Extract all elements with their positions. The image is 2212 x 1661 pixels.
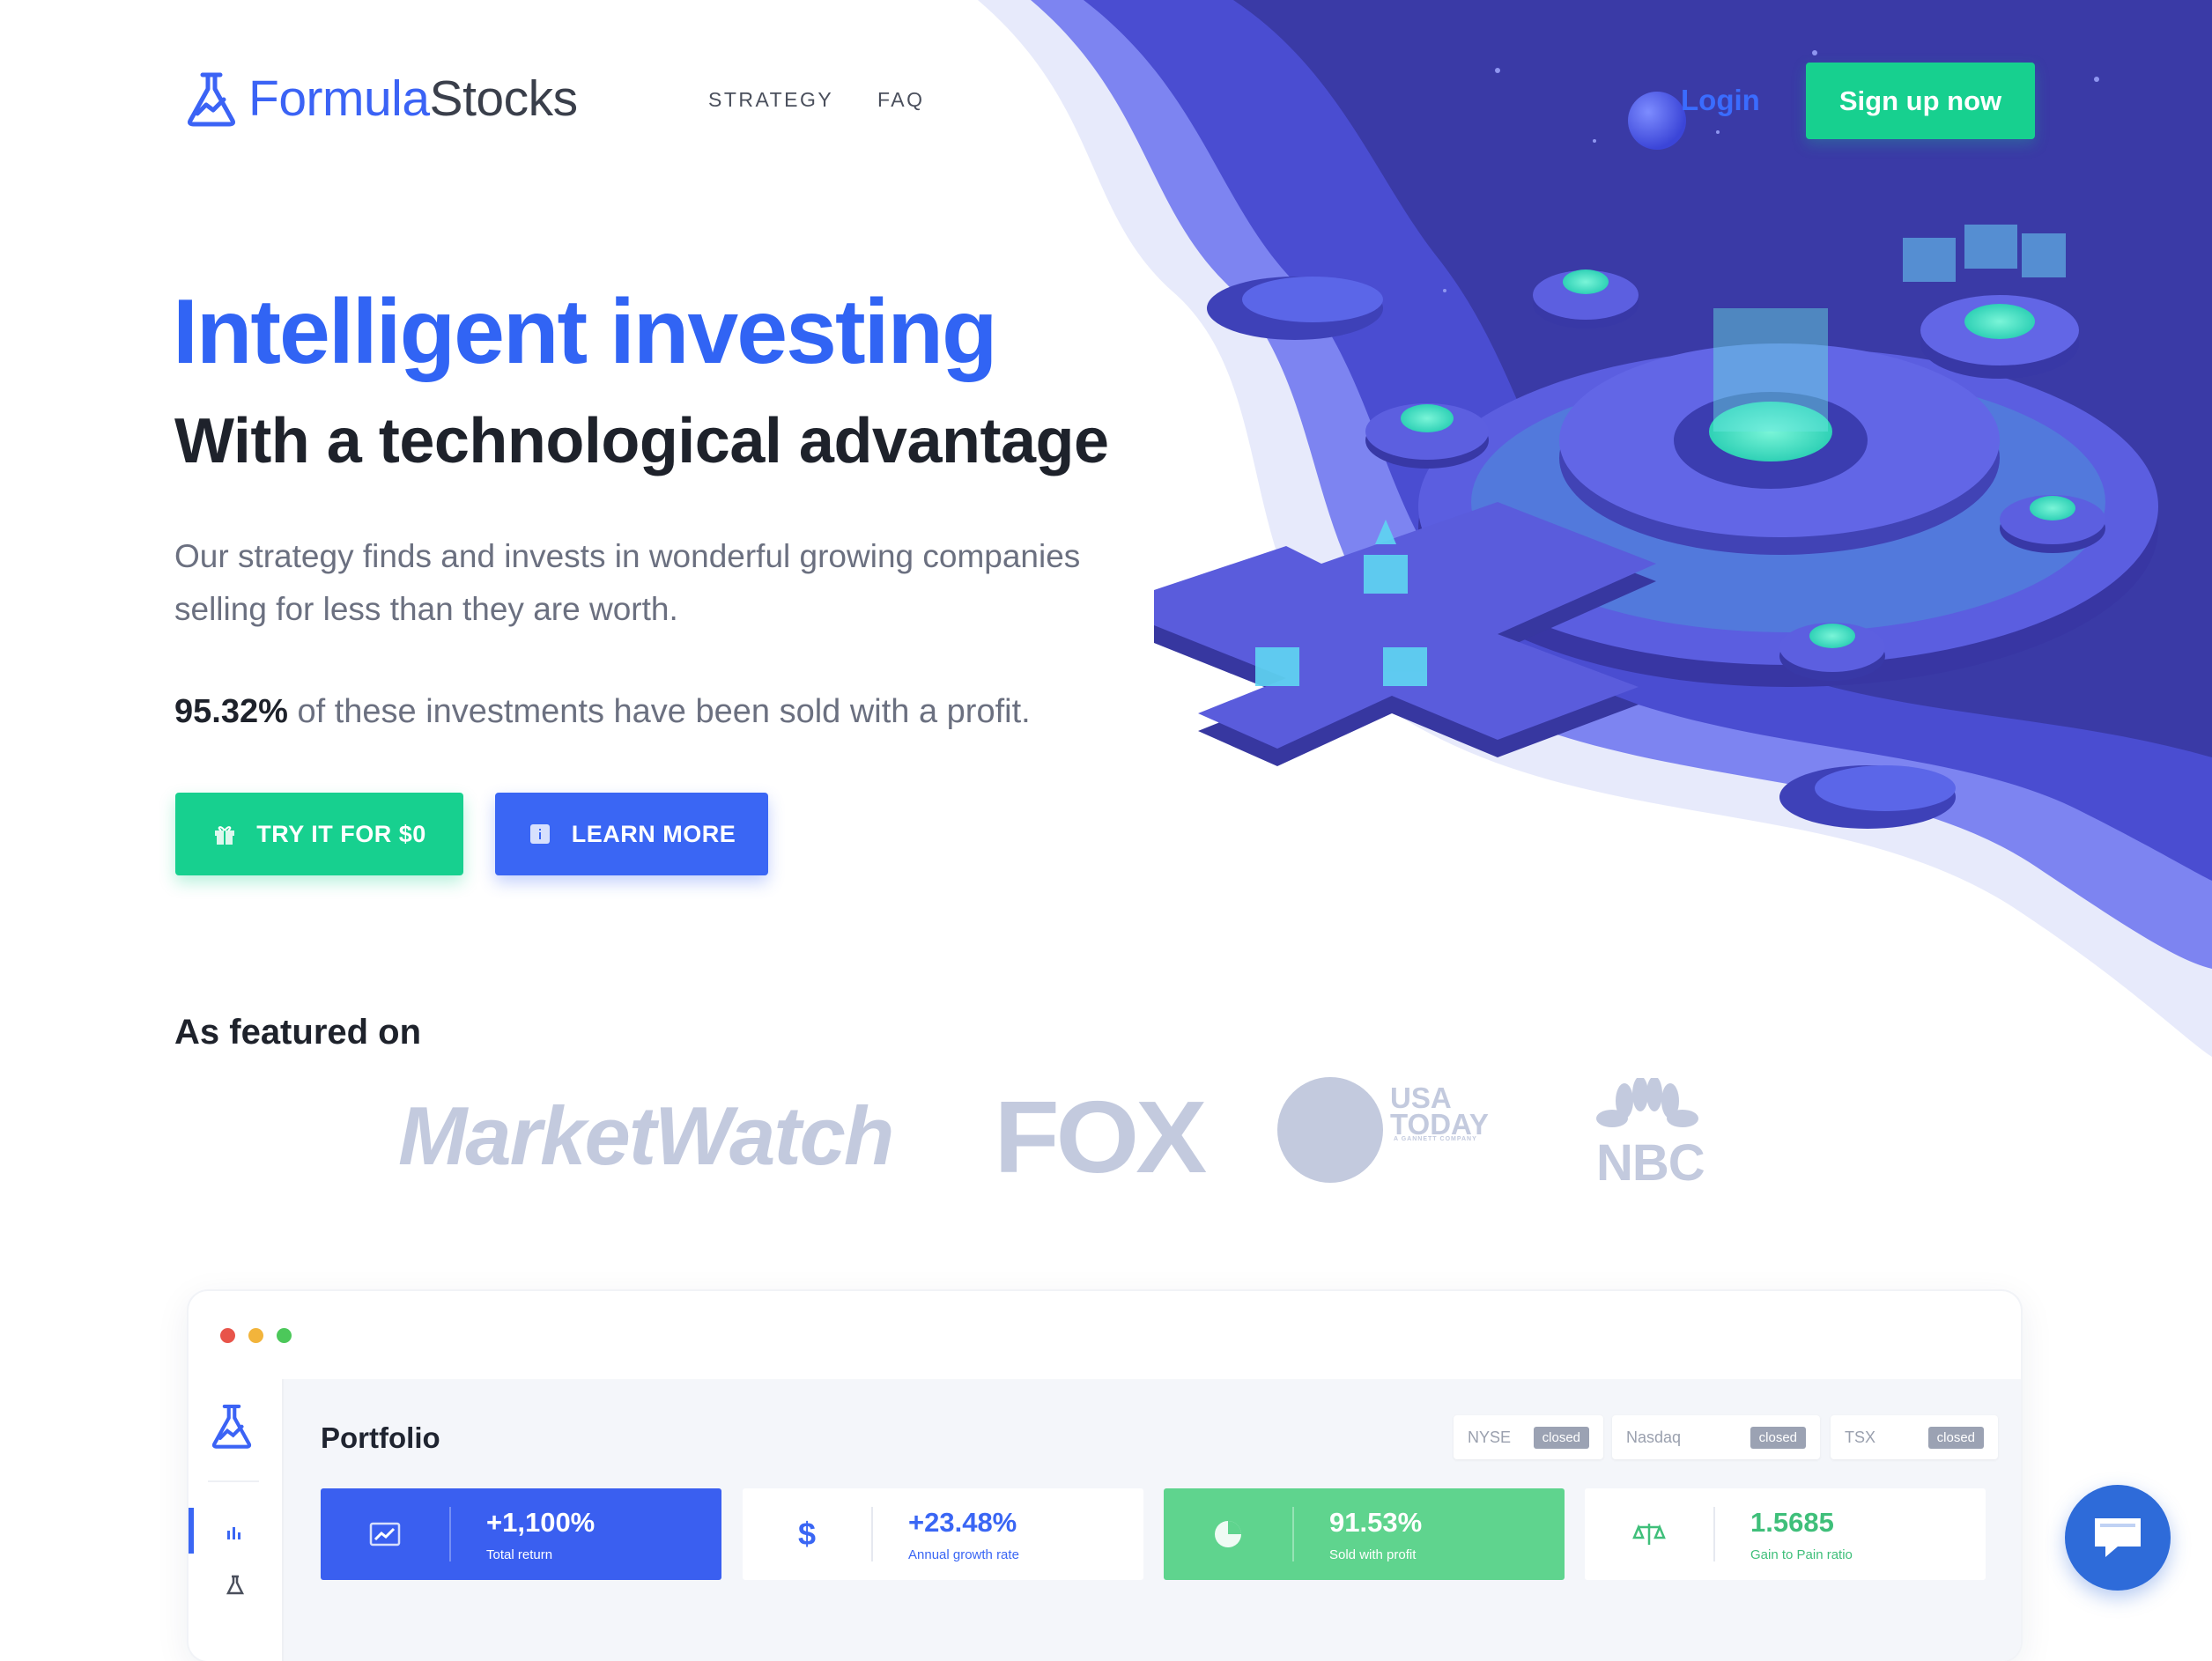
nbc-peacock-icon [1596,1078,1698,1127]
window-close-dot [220,1328,235,1343]
flask-logo-icon [211,1404,252,1449]
try-free-label: TRY IT FOR $0 [256,820,426,847]
usa-today-subtitle: A GANNETT COMPANY [1394,1136,1477,1142]
sidebar-active-indicator [189,1508,194,1554]
logo[interactable]: FormulaStocks [187,63,578,134]
sidebar-divider [208,1480,259,1482]
exchange-nasdaq: Nasdaq closed [1612,1415,1820,1459]
flask-chart-icon [188,72,235,127]
chart-up-icon [321,1522,449,1547]
kpi-text: +1,100% Total return [451,1507,595,1562]
kpi-value: +1,100% [486,1506,596,1538]
exchange-status: closed [1533,1426,1589,1449]
kpi-value: 1.5685 [1750,1506,1834,1538]
kpi-annual-growth: $ +23.48% Annual growth rate [743,1488,1143,1580]
exchange-tsx: TSX closed [1831,1415,1998,1459]
chat-button[interactable] [2065,1485,2171,1591]
stat-value: 95.32% [174,693,288,730]
window-minimize-dot [248,1328,263,1343]
brand-part1: Formula [248,70,430,127]
nav-faq[interactable]: FAQ [877,88,925,112]
try-free-button[interactable]: TRY IT FOR $0 [175,793,463,875]
usa-today-disc [1277,1077,1383,1183]
pie-icon [1164,1519,1292,1549]
hero-title: Intelligent investing [173,281,998,383]
kpi-value: 91.53% [1329,1506,1423,1538]
kpi-gain-pain: 1.5685 Gain to Pain ratio [1585,1488,1986,1580]
kpi-text: +23.48% Annual growth rate [873,1507,1019,1562]
kpi-text: 1.5685 Gain to Pain ratio [1715,1507,1853,1562]
exchange-name: Nasdaq [1626,1428,1682,1446]
learn-more-label: LEARN MORE [571,820,736,847]
chat-icon [2095,1518,2141,1557]
featured-title: As featured on [174,1013,422,1052]
portfolio-title: Portfolio [321,1421,440,1454]
kpi-value: +23.48% [908,1506,1017,1538]
nav-strategy[interactable]: STRATEGY [708,88,833,112]
kpi-total-return: +1,100% Total return [321,1488,721,1580]
kpi-text: 91.53% Sold with profit [1294,1507,1422,1562]
login-link[interactable]: Login [1681,84,1760,117]
usa-today-logo: USA TODAY [1390,1083,1489,1141]
login-orb-decoration [1628,92,1686,150]
kpi-sold-profit: 91.53% Sold with profit [1164,1488,1565,1580]
brand-part2: Stocks [429,70,579,127]
learn-more-button[interactable]: LEARN MORE [495,793,768,875]
window-maximize-dot [277,1328,292,1343]
info-icon [528,823,552,845]
exchange-name: NYSE [1468,1428,1512,1446]
exchange-name: TSX [1845,1428,1876,1446]
flask-icon[interactable] [226,1575,245,1596]
nbc-logo: NBC [1596,1134,1705,1192]
exchange-status: closed [1750,1426,1806,1449]
exchange-nyse: NYSE closed [1454,1415,1603,1459]
stat-text: of these investments have been sold with… [287,693,1031,730]
hero-stat: 95.32% of these investments have been so… [174,693,1031,731]
dashboard-sidebar [189,1379,284,1661]
bar-chart-icon[interactable] [226,1524,245,1539]
kpi-label: Annual growth rate [908,1547,1019,1562]
kpi-label: Total return [486,1547,553,1562]
kpi-label: Gain to Pain ratio [1750,1547,1853,1562]
gift-icon [212,823,237,845]
exchange-status: closed [1927,1426,1984,1449]
kpi-label: Sold with profit [1329,1547,1417,1562]
dollar-icon: $ [797,1516,817,1552]
hero-lead: Our strategy finds and invests in wonder… [174,538,1081,627]
brand-name: FormulaStocks [248,73,578,124]
signup-button[interactable]: Sign up now [1806,63,2035,139]
fox-logo: FOX [994,1080,1207,1194]
hero-subtitle: With a technological advantage [174,406,1109,476]
usa-line2: TODAY [1390,1108,1489,1141]
marketwatch-logo: MarketWatch [398,1089,894,1182]
dashboard-preview: Portfolio NYSE closed Nasdaq closed TSX … [189,1291,2021,1661]
scale-icon [1585,1520,1713,1548]
